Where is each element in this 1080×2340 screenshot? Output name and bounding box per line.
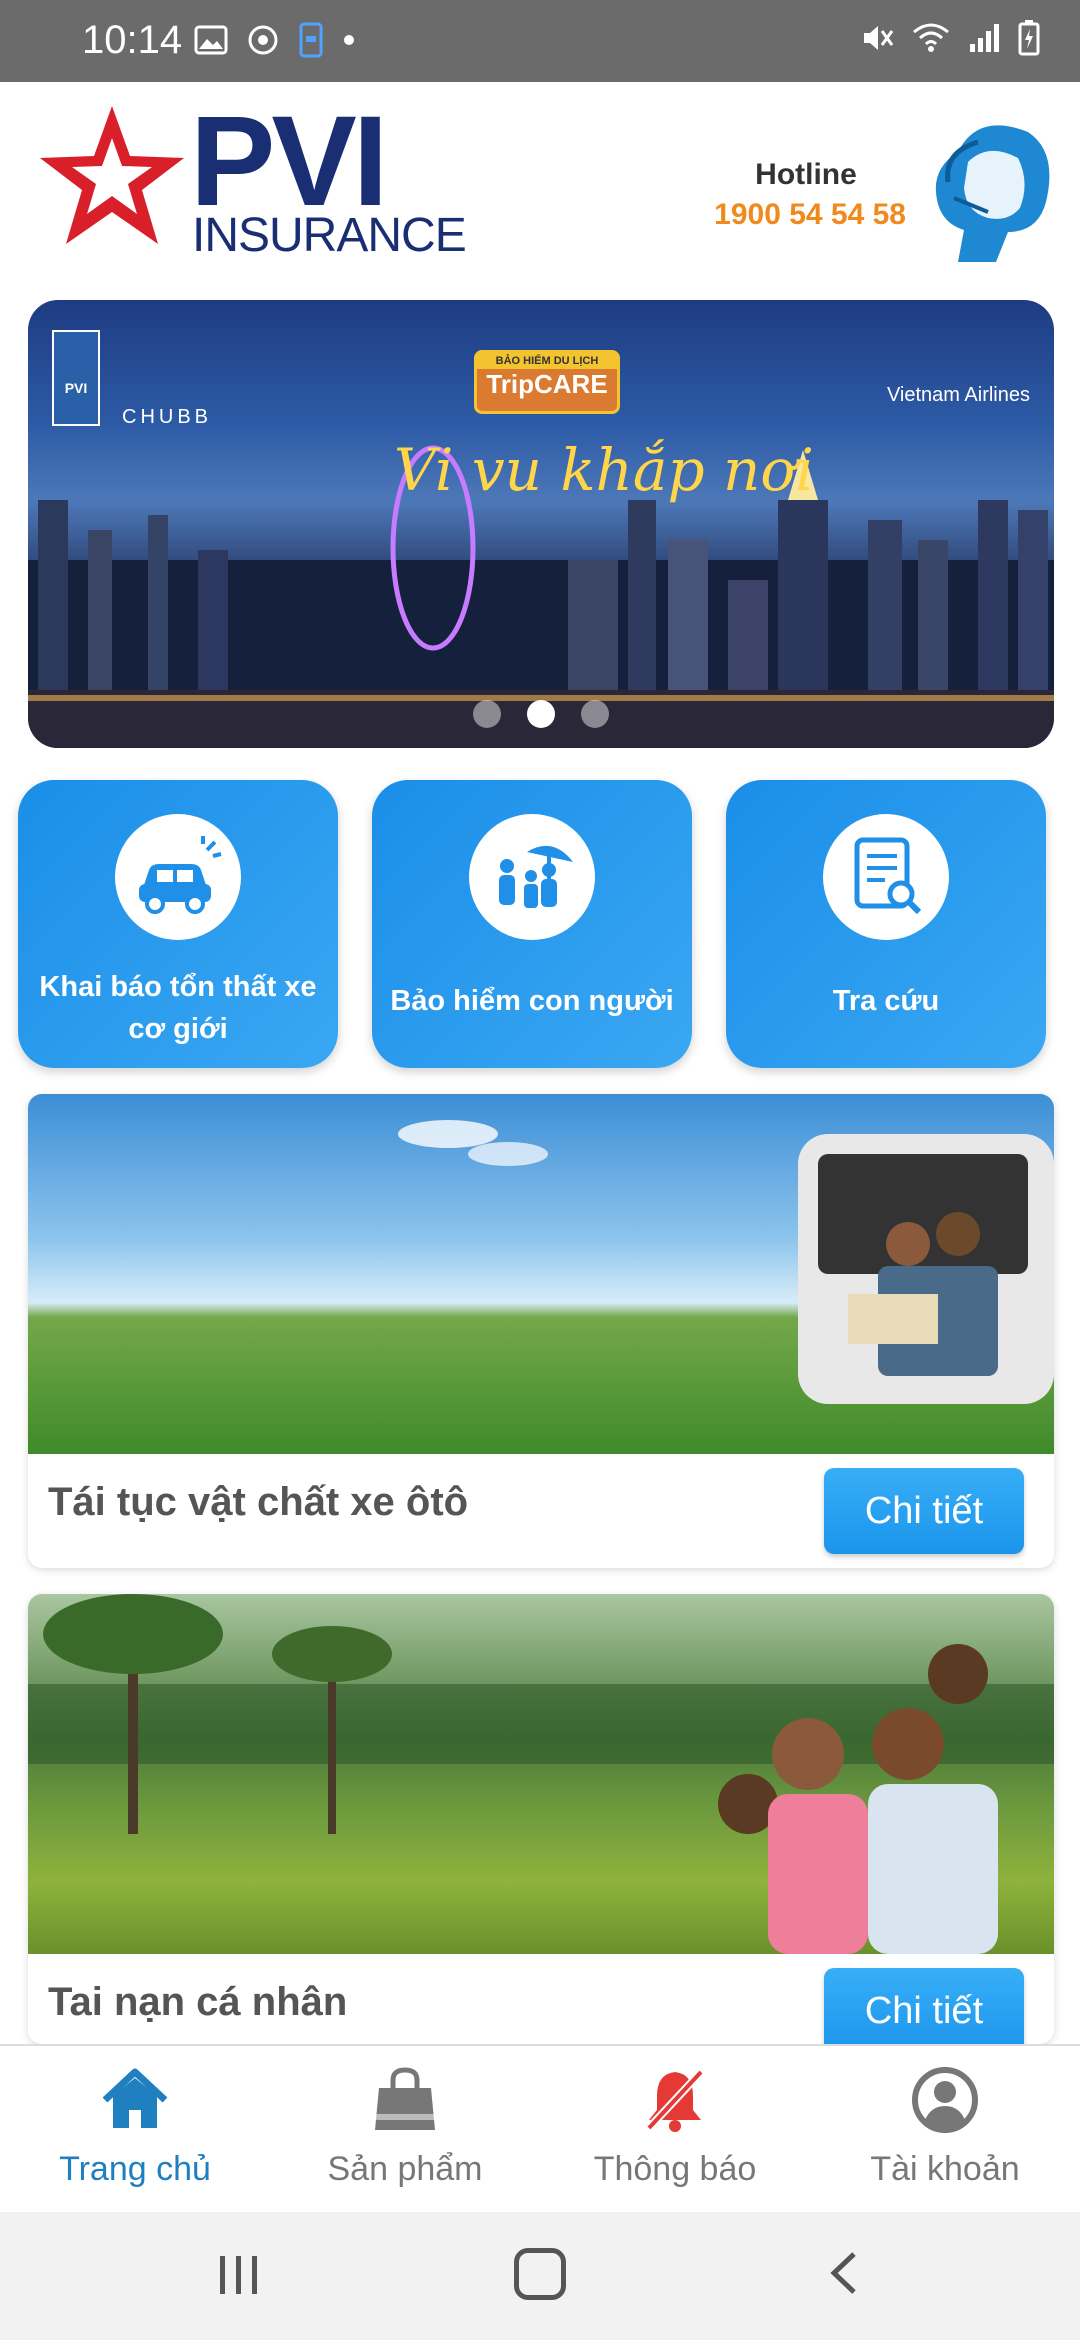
nav-label-home: Trang chủ <box>59 2150 211 2188</box>
document-search-icon <box>854 837 922 915</box>
banner-partner-vietnam-airlines: Vietnam Airlines <box>886 384 1030 406</box>
sync-icon <box>248 25 278 55</box>
tile-lookup[interactable]: Tra cứu <box>726 780 1046 1068</box>
nav-label-products: Sản phẩm <box>327 2150 483 2188</box>
star-logo-icon <box>40 106 184 244</box>
family-umbrella-icon <box>499 845 573 908</box>
carousel-dot-active[interactable] <box>527 700 555 728</box>
status-bar: 10:14 <box>0 0 1080 82</box>
tile-lookup-label: Tra cứu <box>832 985 940 1017</box>
car-damage-icon <box>139 836 222 914</box>
phone-link-icon <box>299 22 323 58</box>
nav-item-home[interactable]: Trang chủ <box>0 2064 270 2189</box>
detail-button[interactable]: Chi tiết <box>824 1968 1024 2044</box>
nav-label-account: Tài khoản <box>870 2150 1020 2188</box>
tripcare-badge-big: TripCARE <box>486 369 608 399</box>
product-card[interactable]: Tái tục vật chất xe ôtô Chi tiết <box>28 1094 1054 1568</box>
product-card[interactable]: Tai nạn cá nhân Chi tiết <box>28 1594 1054 2044</box>
hotline-label: Hotline <box>755 158 857 191</box>
tile-personal-insurance-label: Bảo hiểm con người <box>390 985 674 1017</box>
tripcare-badge: BẢO HIỂM DU LỊCH TripCARE <box>474 350 620 414</box>
status-time: 10:14 <box>82 18 183 62</box>
account-icon <box>912 2067 978 2133</box>
banner-pvi-logo: PVI <box>52 330 100 426</box>
wifi-icon <box>913 23 949 52</box>
shopping-bag-icon <box>375 2067 435 2130</box>
back-icon[interactable] <box>820 2248 870 2298</box>
tripcare-badge-small: BẢO HIỂM DU LỊCH <box>477 353 617 369</box>
pvi-logo[interactable]: PVI INSURANCE <box>32 98 472 278</box>
product-title: Tái tục vật chất xe ôtô <box>48 1480 469 1524</box>
system-navigation-bar <box>0 2212 1080 2340</box>
promo-banner[interactable]: PVI CHUBB BẢO HIỂM DU LỊCH TripCARE Vi v… <box>28 300 1054 748</box>
nav-item-products[interactable]: Sản phẩm <box>270 2064 540 2189</box>
hotline[interactable]: Hotline 1900 54 54 58 <box>706 158 906 232</box>
image-icon <box>194 25 228 55</box>
tile-personal-insurance[interactable]: Bảo hiểm con người <box>372 780 692 1068</box>
nav-item-notifications[interactable]: Thông báo <box>540 2064 810 2189</box>
support-agent-icon <box>935 125 1050 262</box>
bottom-navigation: Trang chủ Sản phẩm Thông báo Tài khoản <box>0 2044 1080 2212</box>
product-image-park-family <box>28 1594 1054 1954</box>
banner-headline: Vi vu khắp nơi <box>394 436 814 504</box>
carousel-dot[interactable] <box>581 700 609 728</box>
bell-muted-icon <box>644 2067 706 2133</box>
hotline-number[interactable]: 1900 54 54 58 <box>706 198 906 232</box>
signal-icon <box>970 24 999 52</box>
banner-partner-chubb: CHUBB <box>122 406 213 428</box>
battery-icon <box>1018 20 1040 56</box>
product-image-car-family <box>28 1094 1054 1454</box>
detail-button[interactable]: Chi tiết <box>824 1468 1024 1554</box>
dot-icon <box>344 35 354 45</box>
product-title: Tai nạn cá nhân <box>48 1980 348 2024</box>
tile-claim-vehicle-label: Khai báo tổn thất xe cơ giới <box>39 971 317 1045</box>
tile-claim-vehicle[interactable]: Khai báo tổn thất xe cơ giới <box>18 780 338 1068</box>
home-button-icon[interactable] <box>514 2248 566 2300</box>
recent-apps-icon[interactable] <box>216 2252 262 2298</box>
app-header: PVI INSURANCE Hotline 1900 54 54 58 <box>0 82 1080 290</box>
nav-item-account[interactable]: Tài khoản <box>810 2064 1080 2189</box>
brand-sub: INSURANCE <box>192 209 467 262</box>
nav-label-notifications: Thông báo <box>593 2150 757 2188</box>
carousel-indicators <box>28 700 1054 728</box>
brand-main: PVI <box>190 90 388 233</box>
home-icon <box>102 2068 168 2128</box>
mute-icon <box>864 26 894 50</box>
carousel-dot[interactable] <box>473 700 501 728</box>
